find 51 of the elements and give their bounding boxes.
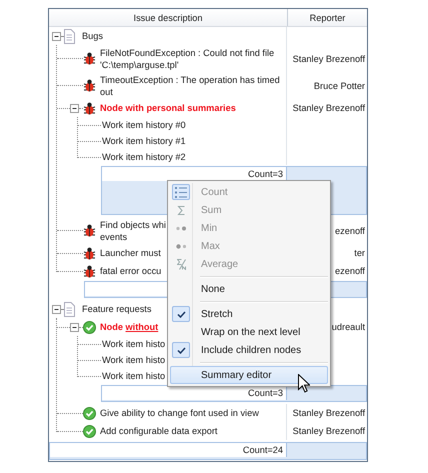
check-circle-icon xyxy=(83,320,96,334)
reporter-name: Bruce Potter xyxy=(314,80,365,90)
issue-title: TimeoutException : The operation has timed out xyxy=(100,74,280,98)
reporter-name: ezenoff xyxy=(335,226,365,236)
collapse-icon[interactable] xyxy=(52,32,61,40)
history-item: Work item histo xyxy=(102,354,166,366)
column-header[interactable]: Issue description xyxy=(49,9,288,26)
reporter-name: Stanley Brezenoff xyxy=(292,54,365,64)
menu-item[interactable]: Include children nodes xyxy=(170,341,328,359)
bug-icon xyxy=(83,79,96,92)
collapse-icon[interactable] xyxy=(70,104,79,112)
history-item: Work item histo xyxy=(102,370,166,382)
bug-icon xyxy=(83,224,96,237)
issue-title: Find objects whi events xyxy=(100,218,166,242)
issue-title: Add configurable data export xyxy=(100,425,218,437)
history-item: Work item history #1 xyxy=(102,135,186,147)
history-item: Work item histo xyxy=(102,338,166,350)
reporter-name: Stanley Brezenoff xyxy=(292,426,365,436)
reporter-name: ter xyxy=(354,248,365,258)
document-icon xyxy=(63,28,75,44)
bug-icon xyxy=(83,264,96,278)
menu-item[interactable]: Summary editor xyxy=(170,366,328,384)
summary-value: Count=24 xyxy=(242,445,283,455)
issue-title: FileNotFoundException : Could not find file 'C:\temp\arguse.tpl' xyxy=(100,46,274,70)
issue-title: fatal error occu xyxy=(100,265,162,277)
reporter-name: ezenoff xyxy=(335,266,365,276)
group-label: Feature requests xyxy=(82,303,152,315)
column-header[interactable]: Reporter xyxy=(288,9,367,26)
bug-icon xyxy=(83,246,96,260)
bug-icon xyxy=(83,102,96,114)
reporter-name: udreault xyxy=(332,322,365,332)
issue-title: Node without xyxy=(100,321,158,333)
document-icon xyxy=(63,302,75,316)
reporter-name: Stanley Brezenoff xyxy=(292,408,365,418)
check-circle-icon xyxy=(83,406,96,420)
history-item: Work item history #0 xyxy=(102,119,186,131)
issue-title: Launcher must xyxy=(100,247,161,259)
menu-item[interactable]: None xyxy=(170,280,328,298)
menu-item[interactable]: Stretch xyxy=(170,305,328,323)
check-circle-icon xyxy=(83,424,96,438)
collapse-icon[interactable] xyxy=(52,304,61,314)
reporter-name: Stanley Brezenoff xyxy=(292,103,365,113)
summary-value: Count=3 xyxy=(248,169,283,179)
menu-item[interactable]: Wrap on the next level xyxy=(170,323,328,341)
bug-icon xyxy=(83,52,96,65)
summary-value: Count=3 xyxy=(248,388,283,398)
issue-title: Node with personal summaries xyxy=(100,102,236,114)
issue-title: Give ability to change font used in view xyxy=(100,407,259,419)
collapse-icon[interactable] xyxy=(70,322,79,332)
history-item: Work item history #2 xyxy=(102,151,186,163)
group-label: Bugs xyxy=(82,30,103,42)
